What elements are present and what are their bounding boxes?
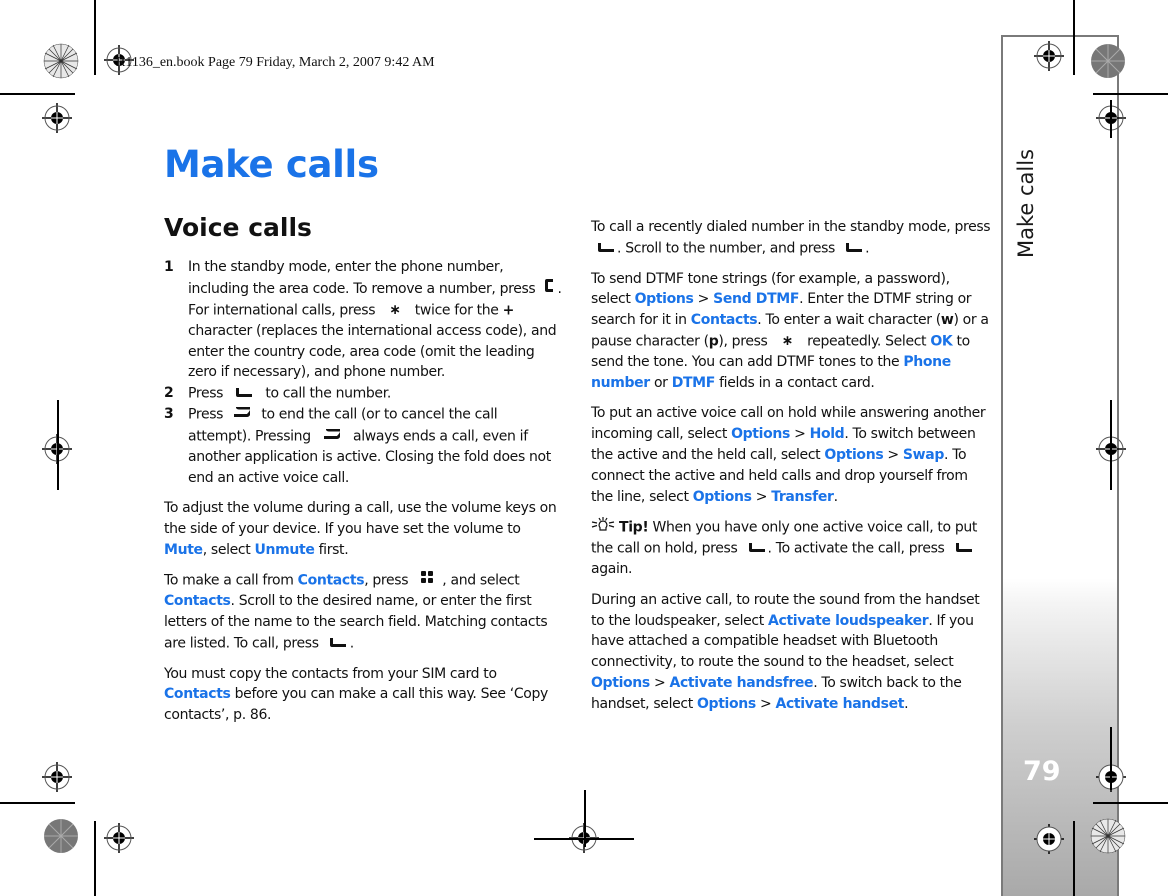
star-key-icon: ∗ <box>389 301 401 318</box>
ui-term-options: Options <box>692 488 752 505</box>
crop-mark <box>1073 0 1075 75</box>
registration-mark-icon <box>42 762 72 792</box>
paragraph-contacts: To make a call from Contacts, press , an… <box>164 570 564 654</box>
ui-term-options: Options <box>634 291 694 308</box>
plus-character: + <box>502 302 515 318</box>
crop-mark <box>1093 802 1168 804</box>
call-key-icon <box>329 633 347 654</box>
ui-term-ok: OK <box>930 333 953 350</box>
ui-term-options: Options <box>591 674 650 691</box>
paragraph-redial: To call a recently dialed number in the … <box>591 217 991 259</box>
crop-mark <box>1093 93 1168 95</box>
ui-term-contacts: Contacts <box>164 593 231 610</box>
end-key-icon <box>323 426 341 447</box>
paragraph-hold: To put an active voice call on hold whil… <box>591 405 986 505</box>
paragraph-volume: To adjust the volume during a call, use … <box>164 499 557 558</box>
step-item: 3 Press to end the call (or to cancel th… <box>164 404 564 488</box>
call-key-icon <box>748 538 766 559</box>
call-key-icon <box>845 238 863 259</box>
paragraph-sim: You must copy the contacts from your SIM… <box>164 665 548 724</box>
ui-term-activate-loudspeaker: Activate loudspeaker <box>768 612 929 629</box>
ui-term-unmute: Unmute <box>254 541 315 558</box>
lightbulb-tip-icon <box>591 516 615 538</box>
left-column: 1 In the standby mode, enter the phone n… <box>164 257 564 736</box>
crop-mark <box>94 0 96 75</box>
ui-term-send-dtmf: Send DTMF <box>713 291 800 308</box>
step-number: 1 <box>164 259 174 275</box>
crop-mark <box>94 821 96 896</box>
right-column: To call a recently dialed number in the … <box>591 217 991 724</box>
star-key-icon: ∗ <box>781 332 794 349</box>
step-text: twice for the <box>414 302 499 318</box>
step-text: character (replaces the international ac… <box>188 322 557 381</box>
registration-mark-icon <box>1034 824 1064 854</box>
ui-term-contacts: Contacts <box>164 686 231 703</box>
color-rosette-icon <box>43 43 79 79</box>
crop-mark <box>57 400 59 490</box>
call-key-icon <box>955 538 973 559</box>
crop-mark <box>1110 100 1112 138</box>
section-title: Voice calls <box>164 213 312 242</box>
ui-term-options: Options <box>696 695 756 712</box>
steps-list: 1 In the standby mode, enter the phone n… <box>164 257 564 488</box>
paragraph-loudspeaker: During an active call, to route the soun… <box>591 591 980 712</box>
crop-mark <box>0 93 75 95</box>
registration-mark-icon <box>1034 41 1064 71</box>
call-key-icon <box>597 238 615 259</box>
end-key-icon <box>233 404 251 425</box>
step-number: 3 <box>164 406 174 423</box>
crop-mark <box>1110 727 1112 790</box>
color-rosette-icon <box>44 819 78 853</box>
registration-mark-icon <box>104 823 134 853</box>
step-text: In the standby mode, enter the phone num… <box>188 259 536 297</box>
menu-key-icon <box>420 570 434 591</box>
step-text: Press <box>188 406 224 423</box>
crop-mark <box>1110 400 1112 490</box>
tip-label: Tip! <box>619 519 649 536</box>
step-text: Press <box>188 385 224 402</box>
color-rosette-icon <box>1091 44 1125 78</box>
ui-term-mute: Mute <box>164 541 203 558</box>
ui-term-contacts: Contacts <box>690 312 758 329</box>
clear-key-icon <box>544 278 554 300</box>
tip-box: Tip! When you have only one active voice… <box>591 516 991 580</box>
step-number: 2 <box>164 385 174 402</box>
side-tab-title: Make calls <box>1014 148 1038 258</box>
step-text: to call the number. <box>265 385 391 402</box>
ui-term-hold: Hold <box>809 426 845 443</box>
call-key-icon <box>235 383 253 404</box>
ui-term-transfer: Transfer <box>771 488 834 505</box>
ui-term-options: Options <box>731 426 790 443</box>
ui-term-contacts: Contacts <box>297 572 365 589</box>
paragraph-dtmf: To send DTMF tone strings (for example, … <box>591 270 989 391</box>
registration-mark-icon <box>42 103 72 133</box>
print-slug: R1136_en.book Page 79 Friday, March 2, 2… <box>116 55 435 70</box>
color-rosette-icon <box>1090 818 1126 854</box>
ui-term-dtmf: DTMF <box>671 374 716 391</box>
step-item: 1 In the standby mode, enter the phone n… <box>164 257 564 383</box>
ui-term-activate-handset: Activate handset <box>775 695 905 712</box>
crop-mark <box>1073 821 1075 896</box>
page-number: 79 <box>1023 756 1061 787</box>
crop-mark <box>534 838 634 840</box>
page-title: Make calls <box>164 143 379 186</box>
crop-mark <box>0 802 75 804</box>
ui-term-activate-handsfree: Activate handsfree <box>669 674 814 691</box>
step-item: 2 Press to call the number. <box>164 383 564 404</box>
ui-term-options: Options <box>824 446 884 463</box>
ui-term-swap: Swap <box>902 446 945 463</box>
